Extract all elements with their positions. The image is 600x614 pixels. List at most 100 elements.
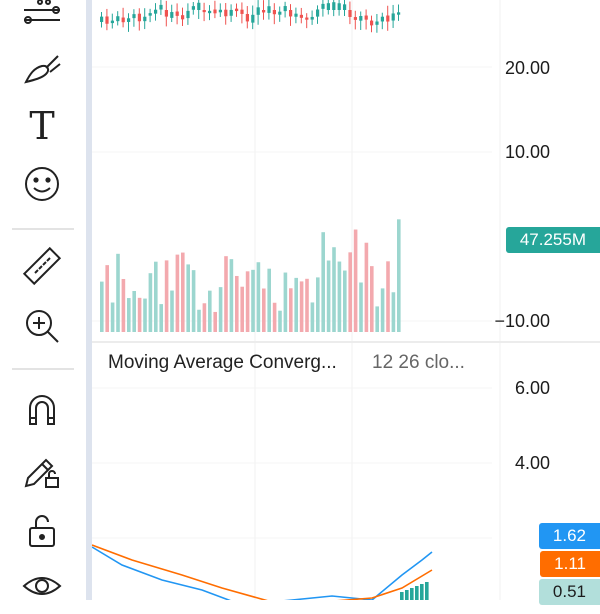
volume-bar: [235, 275, 239, 332]
candle-body: [186, 10, 190, 19]
volume-bars: [100, 219, 401, 332]
price-axis-label: 10.00: [504, 142, 550, 162]
candle-body: [143, 16, 147, 22]
volume-bar: [310, 302, 315, 332]
volume-bar: [316, 277, 320, 332]
macd-line: [92, 546, 433, 600]
volume-bar: [391, 292, 396, 332]
toolbar-divider: [12, 228, 74, 230]
candle-body: [197, 2, 201, 10]
volume-bar: [170, 290, 174, 332]
candle-body: [267, 6, 271, 13]
macd-lines: [92, 544, 433, 600]
macd-line-value-tag: 1.62: [538, 523, 600, 549]
macd-indicator-title[interactable]: Moving Average Converg...: [108, 352, 337, 374]
fib-retracement-tool-button[interactable]: [16, 0, 68, 42]
candle-body: [337, 3, 341, 10]
ruler-tool-button[interactable]: [16, 242, 68, 294]
candle-body: [397, 12, 401, 15]
price-axis-label: 20.00: [504, 58, 550, 78]
brush-icon: [20, 46, 64, 94]
volume-bar: [132, 290, 136, 332]
candle-body: [110, 20, 114, 24]
candle-body: [289, 10, 293, 17]
zoom-in-icon: [20, 304, 64, 352]
magnet-tool-button[interactable]: [16, 384, 68, 436]
volume-bar: [202, 303, 207, 332]
zoom-in-tool-button[interactable]: [16, 302, 68, 354]
drawing-toolbar: T: [0, 0, 86, 600]
candle-body: [294, 13, 298, 17]
volume-bar: [121, 278, 126, 332]
candle-body: [175, 11, 179, 16]
candle-body: [164, 10, 168, 17]
candle-body: [310, 16, 314, 20]
volume-bar: [251, 269, 255, 332]
volume-bar: [364, 242, 369, 332]
volume-bar: [213, 311, 217, 332]
volume-bar: [380, 288, 385, 332]
macd-indicator-params[interactable]: 12 26 clo...: [372, 352, 465, 374]
volume-bar: [100, 281, 104, 332]
volume-bar: [267, 268, 271, 332]
volume-bar: [278, 310, 282, 332]
volume-bar: [137, 297, 142, 332]
volume-bar: [353, 229, 358, 332]
lock-drawings-icon: [20, 446, 64, 494]
volume-bar: [218, 287, 223, 332]
text-tool-button[interactable]: T: [16, 100, 68, 152]
macd-histogram-bar: [410, 588, 414, 600]
candle-body: [240, 9, 244, 14]
histogram-value-tag: 0.51: [538, 579, 600, 605]
candle-body: [332, 2, 336, 10]
macd-histogram-bar: [425, 582, 429, 600]
candle-body: [208, 10, 212, 14]
candle-body: [272, 10, 276, 15]
emoji-tool-button[interactable]: [16, 160, 68, 212]
candle-body: [305, 17, 309, 20]
candle-body: [202, 10, 206, 13]
volume-bar: [289, 288, 293, 332]
volume-bar: [148, 273, 153, 332]
candle-body: [154, 9, 158, 14]
candle-body: [132, 14, 136, 19]
volume-bar: [348, 252, 352, 332]
candle-body: [256, 7, 260, 15]
macd-histogram-bar: [415, 586, 419, 600]
candle-body: [353, 17, 357, 20]
fib-retracement-icon: [20, 0, 64, 40]
volume-bar: [386, 261, 390, 332]
candle-body: [326, 3, 330, 10]
signal-line-value-tag: 1.11: [540, 551, 600, 577]
lock-drawings-button[interactable]: [16, 444, 68, 496]
candle-body: [127, 18, 131, 22]
volume-bar: [375, 306, 379, 332]
volume-bar: [240, 286, 244, 332]
pane-separator[interactable]: [92, 341, 600, 343]
volume-bar: [332, 247, 336, 332]
volume-bar: [343, 270, 347, 332]
volume-bar: [191, 270, 196, 332]
hide-drawings-button[interactable]: [16, 562, 68, 614]
candle-body: [283, 6, 287, 12]
eye-icon: [20, 564, 64, 612]
candlesticks: [100, 0, 401, 33]
candle-body: [137, 13, 141, 22]
unlock-button[interactable]: [16, 506, 68, 558]
candle-body: [159, 4, 163, 10]
candle-body: [148, 13, 152, 16]
volume-bar: [224, 256, 228, 332]
volume-bar: [397, 219, 401, 332]
candle-body: [348, 10, 352, 17]
candle-body: [364, 15, 368, 20]
candle-body: [359, 16, 363, 21]
candle-body: [375, 21, 379, 25]
chart-canvas[interactable]: [92, 0, 600, 600]
candle-body: [191, 6, 195, 10]
candle-body: [181, 15, 185, 20]
volume-bar: [321, 232, 325, 332]
brush-tool-button[interactable]: [16, 44, 68, 96]
volume-bar: [370, 266, 374, 332]
macd-axis-label: 4.00: [514, 453, 550, 473]
candle-body: [235, 8, 239, 12]
